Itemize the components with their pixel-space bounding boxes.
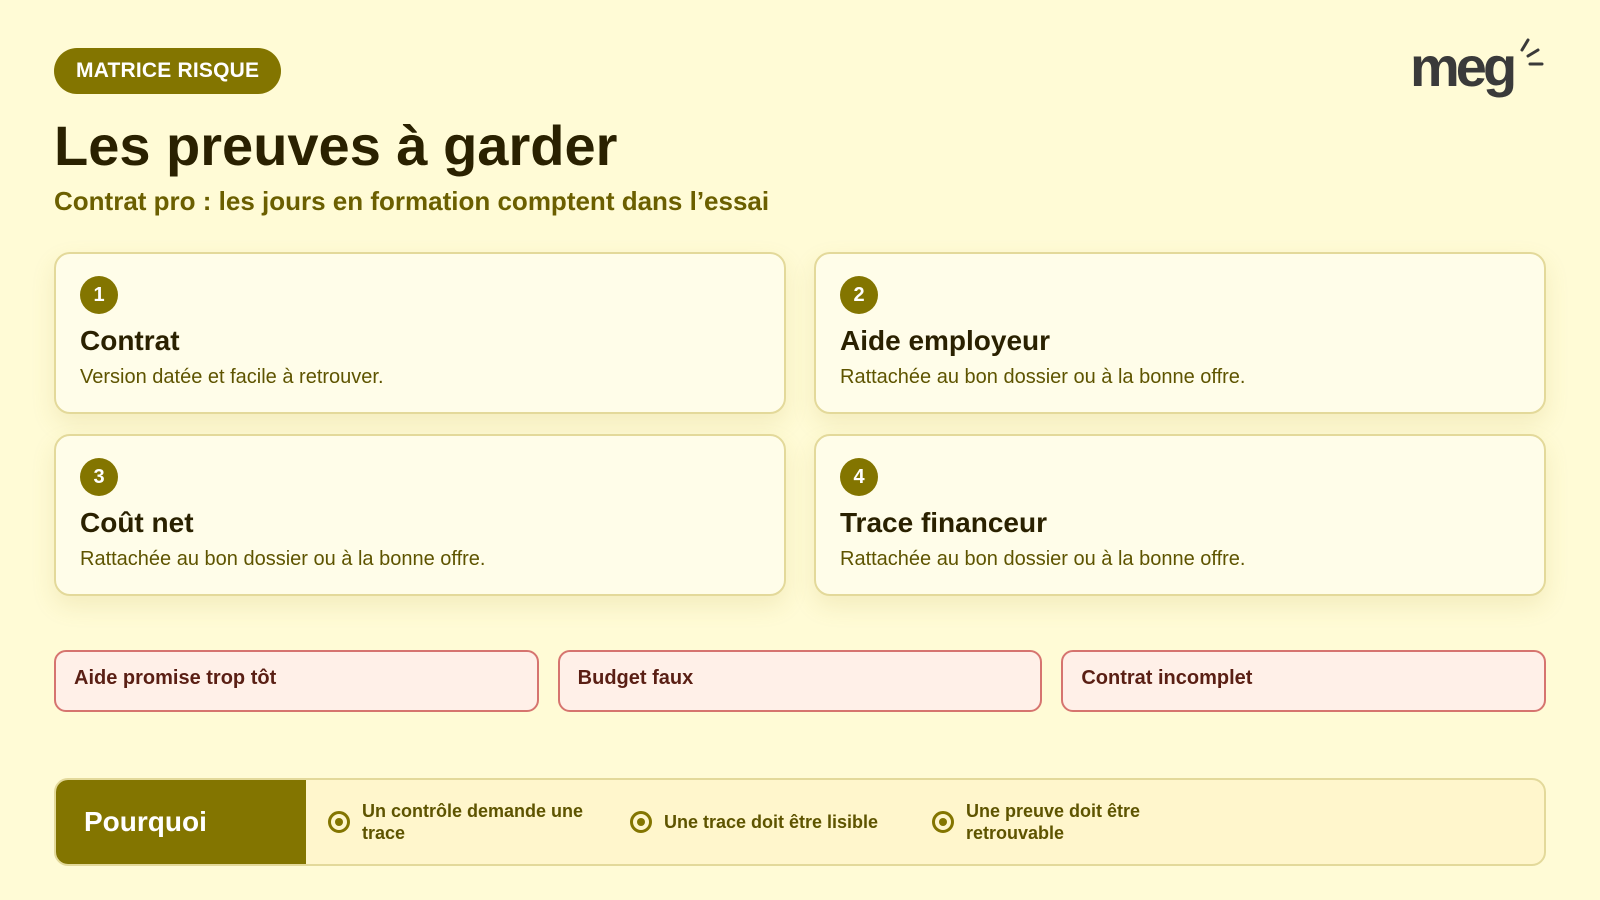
risk-list: Aide promise trop tôt Budget faux Contra… — [54, 650, 1547, 712]
card-title: Trace financeur — [840, 507, 1047, 538]
page-subtitle: Contrat pro : les jours en formation com… — [54, 186, 770, 216]
why-item-text: Une trace doit être lisible — [664, 812, 879, 832]
radio-target-icon — [328, 811, 350, 833]
evidence-card-trace-financeur: 4 Trace financeur Rattachée au bon dossi… — [814, 434, 1546, 596]
radio-target-icon — [630, 811, 652, 833]
why-item-text: Un contrôle demande une trace — [362, 801, 584, 843]
radio-target-icon — [932, 811, 954, 833]
card-number: 2 — [840, 276, 878, 314]
card-title: Aide employeur — [840, 325, 1051, 356]
svg-text:meg: meg — [1410, 36, 1514, 98]
why-item: Un contrôle demande une trace — [328, 800, 630, 844]
why-label: Pourquoi — [56, 780, 306, 864]
why-panel: Pourquoi Un contrôle demande une trace U… — [54, 778, 1546, 866]
card-number: 3 — [80, 458, 118, 496]
risk-chip: Contrat incomplet — [1061, 650, 1547, 712]
card-description: Rattachée au bon dossier ou à la bonne o… — [80, 548, 486, 570]
card-description: Rattachée au bon dossier ou à la bonne o… — [840, 366, 1246, 388]
why-item: Une preuve doit être retrouvable — [932, 800, 1234, 844]
risk-chip: Budget faux — [557, 650, 1043, 712]
risk-chip: Aide promise trop tôt — [54, 650, 539, 712]
evidence-card-aide-employeur: 2 Aide employeur Rattachée au bon dossie… — [814, 252, 1546, 414]
why-item-text: Une preuve doit être retrouvable — [966, 801, 1141, 843]
card-number: 1 — [80, 276, 118, 314]
why-item: Une trace doit être lisible — [630, 811, 932, 833]
page-title: Les preuves à garder — [54, 114, 618, 177]
card-title: Contrat — [80, 325, 180, 356]
meg-logo: meg — [1410, 36, 1544, 98]
category-badge: MATRICE RISQUE — [54, 48, 282, 94]
card-number: 4 — [840, 458, 878, 496]
card-title: Coût net — [80, 507, 194, 538]
evidence-card-cout-net: 3 Coût net Rattachée au bon dossier ou à… — [54, 434, 786, 596]
evidence-card-contrat: 1 Contrat Version datée et facile à retr… — [54, 252, 786, 414]
card-description: Version datée et facile à retrouver. — [80, 366, 384, 388]
card-description: Rattachée au bon dossier ou à la bonne o… — [840, 548, 1246, 570]
evidence-cards: 1 Contrat Version datée et facile à retr… — [54, 252, 1546, 596]
why-items: Un contrôle demande une trace Une trace … — [306, 780, 1234, 864]
